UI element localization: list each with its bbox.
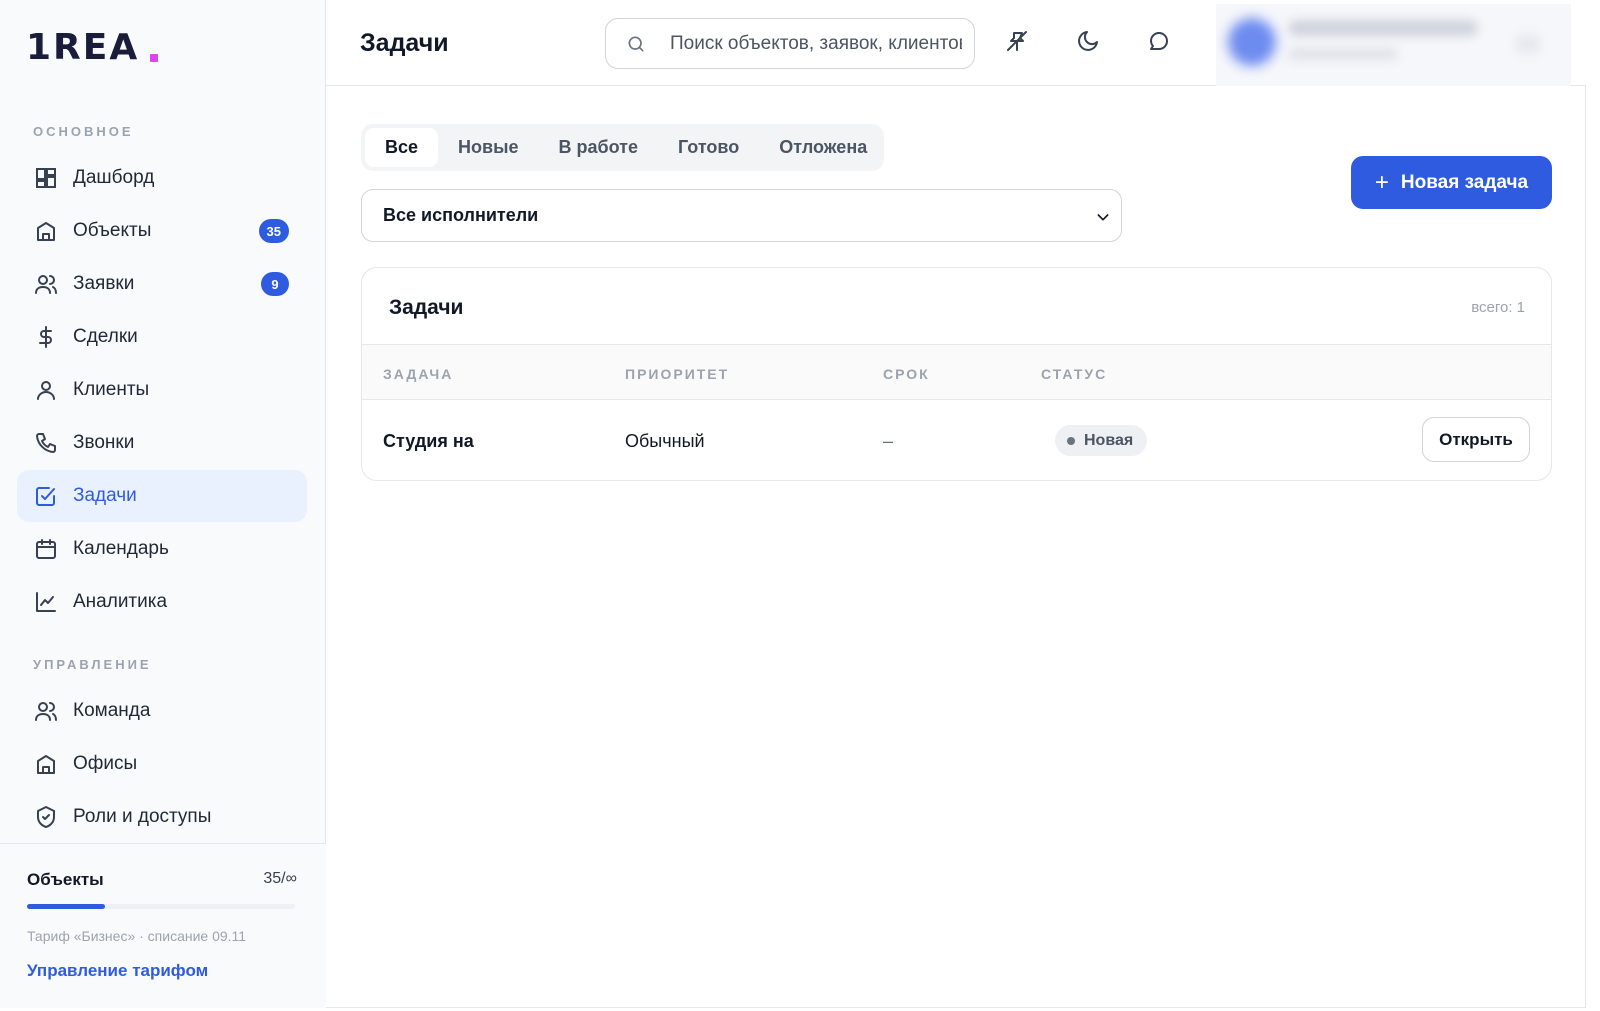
sidebar-item-deals[interactable]: Сделки	[17, 311, 307, 363]
dollar-icon	[33, 324, 59, 350]
count-badge: 35	[258, 219, 289, 243]
column-header-due[interactable]: СРОК	[883, 366, 930, 382]
checkbox-icon	[33, 483, 59, 509]
new-task-button[interactable]: + Новая задача	[1351, 156, 1552, 209]
sidebar-item-calendar[interactable]: Календарь	[17, 523, 307, 575]
phone-icon	[33, 430, 59, 456]
column-header-priority[interactable]: ПРИОРИТЕТ	[625, 366, 729, 382]
status-text: Новая	[1084, 431, 1134, 449]
sidebar-item-label: Роли и доступы	[73, 806, 212, 827]
user-menu-chevron-icon	[1516, 34, 1540, 54]
column-header-task[interactable]: ЗАДАЧА	[383, 366, 453, 382]
quota-value: 35/∞	[263, 870, 297, 887]
section-title-management: УПРАВЛЕНИЕ	[33, 657, 152, 672]
new-task-label: Новая задача	[1400, 171, 1529, 193]
sidebar-item-label: Звонки	[73, 432, 135, 453]
table-count: всего: 1	[1471, 299, 1525, 316]
tab-all[interactable]: Все	[365, 128, 439, 167]
tab-postponed[interactable]: Отложена	[759, 128, 887, 167]
office-icon	[33, 751, 59, 777]
status-tabs: Все Новые В работе Готово Отложена	[361, 124, 884, 171]
tab-done[interactable]: Готово	[658, 128, 759, 167]
moon-icon	[1076, 29, 1100, 58]
search-box[interactable]	[605, 18, 975, 69]
search-icon	[626, 34, 646, 59]
section-title-main: ОСНОВНОЕ	[33, 124, 134, 139]
theme-toggle-button[interactable]	[1070, 25, 1106, 61]
sidebar-item-label: Заявки	[73, 273, 135, 294]
quota-label: Объекты	[27, 870, 104, 889]
manage-plan-link[interactable]: Управление тарифом	[27, 961, 208, 981]
pin-off-button[interactable]	[999, 25, 1035, 61]
user-role-redacted	[1288, 48, 1398, 60]
assignee-filter-value: Все исполнители	[383, 205, 539, 225]
sidebar-item-label: Аналитика	[73, 591, 168, 612]
status-dot	[1067, 436, 1075, 445]
open-task-button[interactable]: Открыть	[1422, 417, 1530, 462]
sidebar: 1REA ОСНОВНОЕ Дашборд Объекты 35 Заявки …	[0, 0, 326, 1008]
task-due: –	[883, 431, 894, 451]
logo-accent	[150, 54, 158, 62]
chat-icon	[1147, 29, 1171, 58]
sidebar-item-team[interactable]: Команда	[17, 685, 307, 737]
chat-button[interactable]	[1141, 25, 1177, 61]
sidebar-item-label: Сделки	[73, 326, 138, 347]
brand-logo[interactable]: 1REA	[26, 27, 158, 68]
sidebar-item-label: Офисы	[73, 753, 138, 774]
sidebar-item-requests[interactable]: Заявки 9	[17, 258, 307, 310]
task-priority: Обычный	[625, 431, 705, 451]
shield-icon	[33, 804, 59, 830]
sidebar-item-label: Задачи	[73, 485, 137, 506]
users-icon	[33, 271, 59, 297]
count-badge: 9	[261, 272, 289, 296]
plan-panel: Объекты 35/∞ Тариф «Бизнес» · списание 0…	[0, 843, 326, 1008]
sidebar-item-tasks[interactable]: Задачи	[17, 470, 307, 522]
team-icon	[33, 698, 59, 724]
sidebar-item-calls[interactable]: Звонки	[17, 417, 307, 469]
plan-info: Тариф «Бизнес» · списание 09.11	[27, 928, 247, 944]
sidebar-item-clients[interactable]: Клиенты	[17, 364, 307, 416]
sidebar-item-label: Календарь	[73, 538, 169, 559]
tasks-table-card: Задачи всего: 1 ЗАДАЧА ПРИОРИТЕТ СРОК СТ…	[361, 267, 1552, 481]
user-menu[interactable]	[1216, 4, 1571, 86]
task-name: Студия на	[383, 431, 474, 451]
chevron-down-icon	[1095, 209, 1111, 230]
sidebar-item-objects[interactable]: Объекты 35	[17, 205, 307, 257]
sidebar-item-label: Клиенты	[73, 379, 150, 400]
sidebar-item-roles[interactable]: Роли и доступы	[17, 791, 307, 843]
top-bar: Задачи	[326, 0, 1586, 86]
assignee-filter-select[interactable]: Все исполнители	[361, 189, 1122, 242]
status-badge: Новая	[1055, 425, 1148, 456]
avatar	[1228, 18, 1276, 66]
sidebar-item-offices[interactable]: Офисы	[17, 738, 307, 790]
quota-progress-fill	[27, 904, 105, 909]
logo-text: 1REA	[26, 27, 140, 68]
sidebar-item-dashboard[interactable]: Дашборд	[17, 152, 307, 204]
app-window: 1REA ОСНОВНОЕ Дашборд Объекты 35 Заявки …	[0, 0, 1586, 1008]
quota-progress-bar	[27, 904, 295, 909]
search-input[interactable]	[670, 31, 962, 57]
chart-icon	[33, 589, 59, 615]
user-name-redacted	[1288, 20, 1478, 36]
tab-new[interactable]: Новые	[438, 128, 538, 167]
dashboard-icon	[33, 165, 59, 191]
calendar-icon	[33, 536, 59, 562]
plus-icon: +	[1374, 168, 1389, 196]
column-header-status[interactable]: СТАТУС	[1041, 366, 1107, 382]
page-title: Задачи	[360, 29, 449, 57]
tab-in-progress[interactable]: В работе	[538, 128, 658, 167]
sidebar-item-label: Дашборд	[73, 167, 155, 188]
sidebar-item-label: Команда	[73, 700, 151, 721]
building-icon	[33, 218, 59, 244]
sidebar-item-analytics[interactable]: Аналитика	[17, 576, 307, 628]
table-header: ЗАДАЧА ПРИОРИТЕТ СРОК СТАТУС	[362, 344, 1551, 400]
table-title: Задачи	[389, 296, 464, 319]
user-icon	[33, 377, 59, 403]
sidebar-item-label: Объекты	[73, 220, 152, 241]
pin-off-icon	[1005, 29, 1029, 58]
